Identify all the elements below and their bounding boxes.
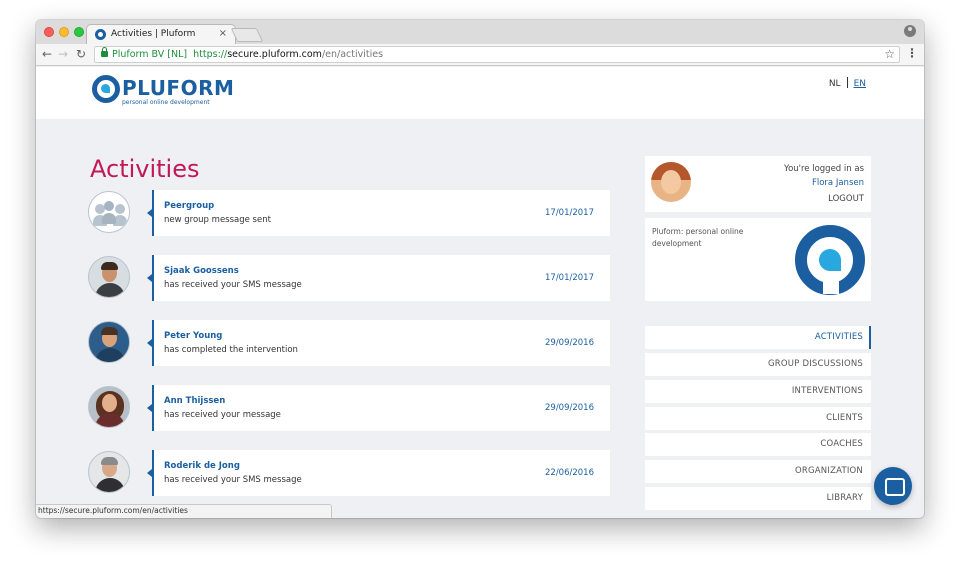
activity-item: Sjaak Goossens has received your SMS mes…	[88, 255, 610, 301]
forward-arrow-icon[interactable]: →	[58, 47, 68, 61]
page-title: Activities	[90, 155, 200, 183]
activity-item: Peergroup new group message sent 17/01/2…	[88, 190, 610, 236]
nav-item-label: ACTIVITIES	[814, 332, 863, 342]
nav-item-label: GROUP DISCUSSIONS	[768, 359, 863, 369]
activity-name[interactable]: Peergroup	[164, 201, 214, 211]
brand-description: Pluform: personal online development	[652, 227, 744, 248]
activity-item: Ann Thijssen has received your message 2…	[88, 385, 610, 431]
browser-tab[interactable]: Activities | Pluform ×	[86, 24, 236, 44]
site-header: PLUFORM personal online development NL EN	[36, 67, 924, 119]
url-scheme: https://	[193, 49, 228, 60]
nav-item-label: COACHES	[820, 439, 863, 449]
url-path: /en/activities	[321, 49, 384, 60]
logout-link[interactable]: LOGOUT	[828, 194, 864, 204]
browser-status-bar: https://secure.pluform.com/en/activities	[36, 504, 332, 518]
nav-item-clients[interactable]: CLIENTS	[645, 407, 871, 430]
current-user-avatar[interactable]	[651, 162, 691, 202]
activity-item: Peter Young has completed the interventi…	[88, 320, 610, 366]
current-user-name[interactable]: Flora Jansen	[812, 178, 864, 188]
reload-icon[interactable]: ↻	[76, 47, 86, 61]
url-host: secure.pluform.com	[227, 49, 322, 60]
nav-item-activities[interactable]: ACTIVITIES	[645, 326, 871, 349]
activity-date: 22/06/2016	[545, 468, 594, 478]
minimize-window-button[interactable]	[59, 27, 69, 37]
activity-message: has received your message	[164, 410, 281, 420]
nav-item-library[interactable]: LIBRARY	[645, 487, 871, 510]
browser-menu-icon[interactable]: ⋮	[906, 46, 918, 60]
tab-title: Activities | Pluform	[111, 29, 196, 39]
activity-message: has received your SMS message	[164, 475, 302, 485]
nav-item-label: INTERVENTIONS	[791, 386, 863, 396]
activity-name[interactable]: Sjaak Goossens	[164, 266, 239, 276]
group-avatar-icon	[88, 191, 130, 233]
pluform-favicon-icon	[95, 29, 106, 40]
browser-window: Activities | Pluform × ← → ↻ Pluform BV …	[36, 20, 924, 518]
activity-message: has completed the intervention	[164, 345, 298, 355]
close-tab-icon[interactable]: ×	[219, 28, 227, 39]
activity-date: 17/01/2017	[545, 208, 594, 218]
maximize-window-button[interactable]	[74, 27, 84, 37]
nav-item-organization[interactable]: ORGANIZATION	[645, 460, 871, 483]
activity-date: 29/09/2016	[545, 403, 594, 413]
activity-item: Roderik de Jong has received your SMS me…	[88, 450, 610, 496]
activity-card[interactable]: Sjaak Goossens has received your SMS mes…	[147, 255, 610, 301]
user-avatar-photo	[88, 386, 130, 428]
logo-tagline: personal online development	[122, 99, 210, 106]
activity-message: has received your SMS message	[164, 280, 302, 290]
certificate-org-name: Pluform BV [NL]	[112, 49, 188, 60]
activity-card[interactable]: Peergroup new group message sent 17/01/2…	[147, 190, 610, 236]
brand-panel: Pluform: personal online development	[645, 218, 871, 301]
activity-name[interactable]: Peter Young	[164, 331, 222, 341]
new-tab-button[interactable]	[230, 28, 264, 42]
lock-icon	[101, 47, 108, 57]
back-arrow-icon[interactable]: ←	[42, 47, 52, 61]
activity-message: new group message sent	[164, 215, 271, 225]
nav-item-label: LIBRARY	[826, 493, 863, 503]
activity-name[interactable]: Ann Thijssen	[164, 396, 225, 406]
lang-en-link[interactable]: EN	[854, 79, 866, 89]
nav-item-label: ORGANIZATION	[795, 466, 863, 476]
lang-nl-link[interactable]: NL	[829, 79, 841, 89]
nav-item-interventions[interactable]: INTERVENTIONS	[645, 380, 871, 403]
activity-name[interactable]: Roderik de Jong	[164, 461, 240, 471]
activity-date: 17/01/2017	[545, 273, 594, 283]
profile-icon[interactable]	[904, 25, 916, 37]
activity-card[interactable]: Peter Young has completed the interventi…	[147, 320, 610, 366]
tab-strip: Activities | Pluform ×	[36, 20, 924, 44]
bookmark-star-icon[interactable]: ☆	[884, 47, 895, 61]
language-switcher: NL EN	[829, 77, 866, 89]
nav-item-label: CLIENTS	[826, 413, 863, 423]
logged-in-label: You're logged in as	[784, 164, 864, 174]
nav-item-coaches[interactable]: COACHES	[645, 433, 871, 456]
user-avatar-photo	[88, 256, 130, 298]
browser-toolbar: ← → ↻ Pluform BV [NL] https://secure.pluf…	[36, 44, 924, 66]
nav-item-group-discussions[interactable]: GROUP DISCUSSIONS	[645, 353, 871, 376]
status-url: https://secure.pluform.com/en/activities	[38, 506, 188, 515]
user-panel: You're logged in as Flora Jansen LOGOUT	[645, 156, 871, 212]
chat-launcher-icon[interactable]	[874, 467, 912, 505]
user-avatar-photo	[88, 321, 130, 363]
lang-divider	[846, 77, 848, 88]
user-avatar-photo	[88, 451, 130, 493]
address-bar[interactable]: Pluform BV [NL] https://secure.pluform.co…	[94, 46, 900, 63]
activity-card[interactable]: Roderik de Jong has received your SMS me…	[147, 450, 610, 496]
close-window-button[interactable]	[44, 27, 54, 37]
logo-text[interactable]: PLUFORM	[122, 76, 234, 100]
pluform-logo-icon[interactable]	[92, 75, 120, 103]
activity-card[interactable]: Ann Thijssen has received your message 2…	[147, 385, 610, 431]
activity-date: 29/09/2016	[545, 338, 594, 348]
